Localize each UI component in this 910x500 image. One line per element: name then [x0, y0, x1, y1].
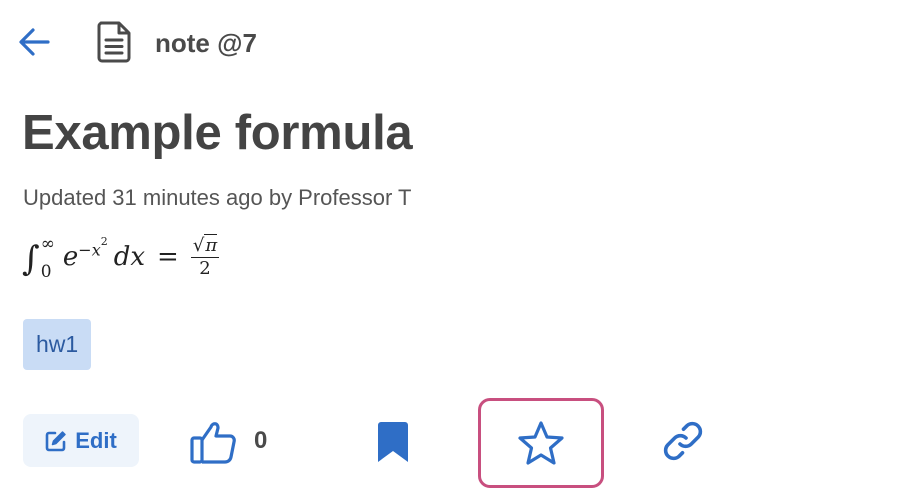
lower-limit: 0 — [40, 262, 52, 282]
star-icon — [518, 421, 564, 465]
exponent-power: 2 — [100, 234, 108, 248]
back-button[interactable] — [12, 20, 56, 64]
copy-link-button[interactable] — [656, 414, 710, 468]
integral-sign: ∫ — [22, 239, 40, 279]
updated-info: Updated 31 minutes ago by Professor T — [23, 185, 412, 210]
formula-exponent: −x2 — [78, 235, 107, 260]
math-formula: ∫ ∞ 0 e −x2 dx = √π 2 — [22, 228, 220, 286]
exponent-sign: − — [78, 240, 92, 260]
bookmark-button[interactable] — [366, 416, 420, 468]
star-button[interactable] — [478, 398, 604, 488]
formula-differential: dx — [113, 242, 146, 272]
arrow-left-icon — [19, 28, 50, 56]
page-title: Example formula — [22, 106, 413, 160]
post-number-label: note @7 — [155, 28, 257, 58]
exponent-var: x — [91, 240, 101, 260]
edit-label: Edit — [75, 427, 117, 453]
sqrt-value: π — [204, 233, 218, 256]
like-count: 0 — [254, 427, 268, 454]
like-button[interactable] — [186, 416, 240, 468]
formula-fraction: √π 2 — [190, 233, 220, 279]
sqrt-sign: √ — [192, 234, 205, 256]
edit-button[interactable]: Edit — [23, 414, 139, 467]
integral-limits: ∞ 0 — [41, 235, 55, 281]
upper-limit: ∞ — [40, 234, 55, 254]
document-icon — [93, 20, 135, 64]
pencil-square-icon — [45, 430, 66, 451]
link-icon — [663, 421, 703, 461]
fraction-numerator: √π — [190, 233, 220, 258]
bookmark-icon — [378, 422, 408, 462]
formula-equals: = — [157, 242, 179, 272]
tag-hw1[interactable]: hw1 — [23, 319, 92, 370]
fraction-denominator: 2 — [199, 257, 211, 279]
formula-base: e — [62, 242, 79, 272]
thumbs-up-icon — [190, 422, 236, 464]
